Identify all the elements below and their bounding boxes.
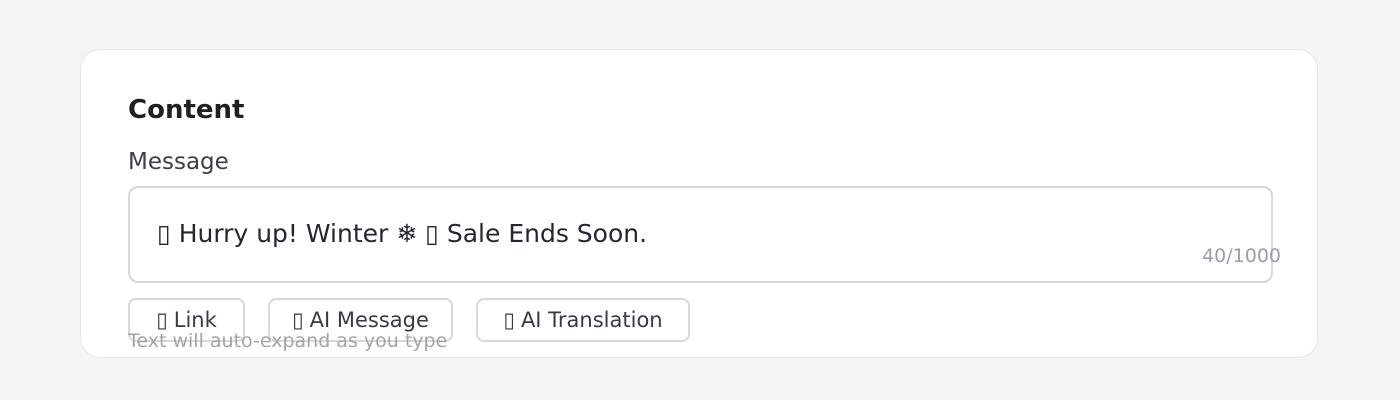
message-label: Message — [128, 149, 229, 175]
message-input[interactable]: ▯ Hurry up! Winter ❄ ▯ Sale Ends Soon. 4… — [128, 186, 1281, 283]
message-text[interactable]: ▯ Hurry up! Winter ❄ ▯ Sale Ends Soon. — [157, 218, 647, 250]
ai-translation-button[interactable]: ▯ AI Translation — [476, 298, 690, 342]
section-title: Content — [128, 95, 245, 125]
auto-expand-hint: Text will auto-expand as you type — [128, 330, 448, 352]
ai-translation-button-label: AI Translation — [520, 308, 663, 332]
translate-icon: ▯ — [503, 308, 515, 332]
character-counter: 40/1000 — [1202, 245, 1281, 267]
content-card: Content Message ▯ Hurry up! Winter ❄ ▯ S… — [80, 49, 1318, 358]
